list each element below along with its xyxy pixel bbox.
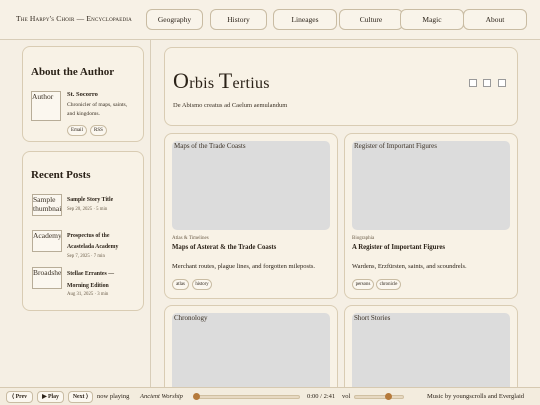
- hero-title-initial: T: [218, 68, 233, 93]
- nav-geography[interactable]: Geography: [146, 9, 203, 30]
- about-author-card: About the Author Author St. Socorro Chro…: [22, 46, 144, 142]
- prev-button[interactable]: ⟨ Prev: [6, 391, 33, 403]
- nav-magic[interactable]: Magic: [400, 9, 464, 30]
- article-category: Atlas & Timelines: [172, 236, 209, 241]
- post-thumbnail[interactable]: Academy: [32, 230, 62, 252]
- nav-culture[interactable]: Culture: [339, 9, 403, 30]
- author-desc-line-2: and kingdoms.: [67, 111, 100, 117]
- hero-title-initial: O: [173, 68, 190, 93]
- author-desc-line-1: Chronicler of maps, saints,: [67, 102, 128, 108]
- hero-title-part: ertius: [232, 75, 270, 92]
- broken-image-icon: [498, 79, 506, 87]
- article-title[interactable]: Maps of Asterat & the Trade Coasts: [172, 244, 276, 251]
- next-button[interactable]: Next ⟩: [68, 391, 93, 403]
- post-title[interactable]: Sample Story Title: [67, 194, 113, 206]
- author-name: St. Socorro: [67, 91, 98, 98]
- hero-banner: Orbis Tertius De Abismo creatus ad Caelu…: [164, 47, 518, 126]
- site-brand[interactable]: The Harpy's Choir — Encyclopaedia: [16, 14, 132, 23]
- broken-image-icon: [469, 79, 477, 87]
- recent-posts-title: Recent Posts: [31, 169, 91, 181]
- rss-link[interactable]: RSS: [90, 125, 107, 136]
- author-avatar: Author: [31, 91, 61, 121]
- post-title-line-2[interactable]: Acastelada Academy: [67, 241, 118, 253]
- hero-subtitle: De Abismo creatus ad Caelum aemulandum: [173, 102, 288, 109]
- music-credit: Music by youngscrolls and Everglaid: [427, 393, 525, 400]
- volume-label: vol: [342, 393, 351, 400]
- article-image[interactable]: Register of Important Figures: [352, 141, 510, 230]
- article-desc: Wardens, Erzfürsten, saints, and scoundr…: [352, 263, 467, 270]
- recent-posts-card: Recent Posts Sample thumbnail Sample Sto…: [22, 151, 144, 311]
- progress-knob[interactable]: [193, 393, 200, 400]
- tag-chip[interactable]: history: [192, 279, 212, 290]
- article-image[interactable]: Chronology: [172, 313, 330, 393]
- post-meta: Sep 20, 2025 · 5 min: [67, 207, 108, 212]
- about-author-title: About the Author: [31, 66, 115, 78]
- article-card[interactable]: Register of Important Figures Biographia…: [344, 133, 518, 299]
- track-title: Ancient Worship: [140, 393, 183, 400]
- hero-title: Orbis Tertius: [173, 68, 270, 94]
- tag-chip[interactable]: persons: [352, 279, 374, 290]
- music-player-bar: ⟨ Prev ▶ Play Next ⟩ now playing Ancient…: [0, 387, 540, 405]
- article-card[interactable]: Short Stories: [344, 305, 518, 395]
- post-title-line-1[interactable]: Stellae Errantes —: [67, 268, 114, 280]
- article-card[interactable]: Chronology: [164, 305, 338, 395]
- email-link[interactable]: Email: [67, 125, 87, 136]
- post-meta: Sep 7, 2025 · 7 min: [67, 254, 105, 259]
- article-image[interactable]: Short Stories: [352, 313, 510, 393]
- article-category: Biographia: [352, 236, 375, 241]
- article-image[interactable]: Maps of the Trade Coasts: [172, 141, 330, 230]
- post-thumbnail[interactable]: Broadsheet: [32, 267, 62, 289]
- time-readout: 0:00 / 2:41: [307, 393, 336, 400]
- broken-image-icon: [483, 79, 491, 87]
- nav-about[interactable]: About: [463, 9, 527, 30]
- column-divider: [150, 40, 151, 387]
- tag-chip[interactable]: chronicle: [376, 279, 401, 290]
- progress-slider[interactable]: [194, 395, 300, 399]
- nav-history[interactable]: History: [210, 9, 267, 30]
- top-navbar: The Harpy's Choir — Encyclopaedia Geogra…: [0, 0, 540, 40]
- nav-lineages[interactable]: Lineages: [273, 9, 337, 30]
- post-thumbnail[interactable]: Sample thumbnail: [32, 194, 62, 216]
- play-button[interactable]: ▶ Play: [37, 391, 64, 403]
- post-meta: Aug 31, 2025 · 3 min: [67, 292, 109, 297]
- article-title[interactable]: A Register of Important Figures: [352, 244, 445, 251]
- tag-chip[interactable]: atlas: [172, 279, 189, 290]
- article-desc: Merchant routes, plague lines, and forgo…: [172, 263, 316, 270]
- now-playing-label: now playing: [97, 393, 130, 400]
- volume-slider[interactable]: [354, 395, 404, 399]
- post-title-line-2[interactable]: Morning Edition: [67, 280, 109, 292]
- hero-title-part: rbis: [189, 75, 219, 92]
- article-card[interactable]: Maps of the Trade Coasts Atlas & Timelin…: [164, 133, 338, 299]
